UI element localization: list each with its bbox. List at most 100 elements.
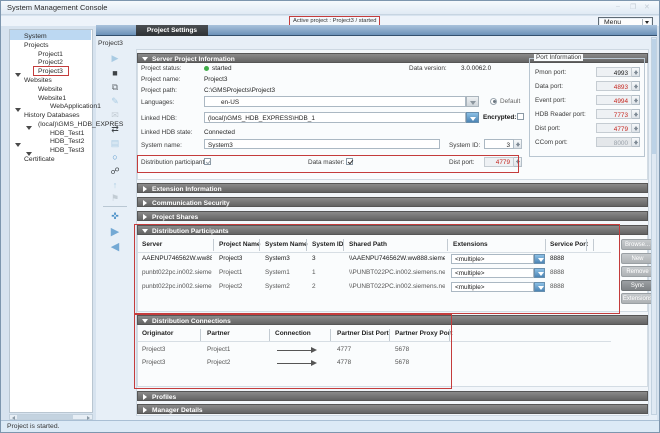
ccom-port-input[interactable]: 8000 xyxy=(596,137,632,147)
pmon-port-spinner[interactable] xyxy=(632,67,640,77)
tree-item-website1[interactable]: Website1 xyxy=(38,95,66,102)
scrollbar-thumb[interactable] xyxy=(652,39,656,154)
section-distribution-connections[interactable]: Distribution Connections xyxy=(137,315,648,325)
col-project-name[interactable]: Project Name xyxy=(219,241,261,248)
col-originator[interactable]: Originator xyxy=(142,330,173,337)
tree-horizontal-scrollbar[interactable] xyxy=(9,414,93,420)
refresh-icon[interactable]: ○ xyxy=(100,152,130,162)
save-icon[interactable]: ▤ xyxy=(100,138,130,148)
section-manager-details[interactable]: Manager Details xyxy=(137,404,648,414)
col-connection[interactable]: Connection xyxy=(275,330,311,337)
section-extension-information[interactable]: Extension Information xyxy=(137,183,648,193)
col-shared-path[interactable]: Shared Path xyxy=(349,241,387,248)
section-distribution-participants[interactable]: Distribution Participants xyxy=(137,225,648,235)
col-system-name[interactable]: System Name xyxy=(265,241,308,248)
distribution-participant-checkbox[interactable] xyxy=(204,158,211,165)
scrollbar-thumb[interactable] xyxy=(17,415,73,419)
col-partner[interactable]: Partner xyxy=(207,330,230,337)
ccom-port-spinner[interactable] xyxy=(632,137,640,147)
tree-expand-icon[interactable] xyxy=(26,126,32,130)
col-partner-dist-port[interactable]: Partner Dist Port xyxy=(337,330,389,337)
tree-item-website[interactable]: Website xyxy=(38,86,62,93)
extensions-button[interactable]: Extensions xyxy=(621,293,654,304)
system-id-input[interactable]: 3 xyxy=(484,139,514,149)
share-icon[interactable]: ☍ xyxy=(100,166,130,176)
extensions-combo[interactable]: <multiple> xyxy=(451,282,534,292)
section-communication-security[interactable]: Communication Security xyxy=(137,197,648,207)
data-master-checkbox[interactable] xyxy=(346,158,353,165)
tree-item-hdb-test3[interactable]: HDB_Test3 xyxy=(50,147,84,154)
edit-project-icon[interactable]: ✎ xyxy=(100,96,130,106)
tree-item-project2[interactable]: Project2 xyxy=(38,59,63,66)
hdb-reader-port-input[interactable]: 7773 xyxy=(596,109,632,119)
dist-port-spinner[interactable] xyxy=(514,157,522,167)
data-port-spinner[interactable] xyxy=(632,81,640,91)
tree-item-system[interactable]: System xyxy=(24,33,47,40)
tab-project-settings[interactable]: Project Settings xyxy=(136,25,208,36)
vertical-scrollbar[interactable] xyxy=(651,37,657,415)
tree-expand-icon[interactable] xyxy=(15,108,21,112)
dist-port-info-spinner[interactable] xyxy=(632,123,640,133)
history-forward-icon[interactable]: ▶ xyxy=(100,227,130,237)
stop-project-icon[interactable]: ■ xyxy=(100,68,130,78)
tree-expand-icon[interactable] xyxy=(15,143,21,147)
tree-item-websites[interactable]: Websites xyxy=(24,77,52,84)
tree-item-webapplication1[interactable]: WebApplication1 xyxy=(50,103,101,110)
extensions-combo[interactable]: <multiple> xyxy=(451,268,534,278)
encrypted-checkbox[interactable] xyxy=(517,113,524,120)
maximize-icon[interactable]: ❐ xyxy=(630,3,636,11)
extensions-dropdown-icon[interactable] xyxy=(534,268,545,278)
extensions-dropdown-icon[interactable] xyxy=(534,254,545,264)
tree-item-history-databases[interactable]: History Databases xyxy=(24,112,80,119)
scroll-right-icon[interactable] xyxy=(87,416,90,420)
event-port-spinner[interactable] xyxy=(632,95,640,105)
tree-expand-icon[interactable] xyxy=(15,73,21,77)
expand-icon xyxy=(143,214,147,220)
minimize-icon[interactable]: – xyxy=(616,3,620,10)
languages-combo[interactable]: en-US xyxy=(204,96,466,107)
tree-item-project1[interactable]: Project1 xyxy=(38,51,63,58)
system-name-input[interactable]: System3 xyxy=(204,139,440,149)
col-system-id[interactable]: System ID xyxy=(312,241,343,248)
compass-icon[interactable]: ✜ xyxy=(100,211,130,221)
start-project-icon[interactable]: ▶ xyxy=(100,53,130,63)
tree-item-certificate[interactable]: Certificate xyxy=(24,156,55,163)
col-service-port[interactable]: Service Port xyxy=(550,241,588,248)
flag-icon[interactable]: ⚑ xyxy=(100,193,130,203)
linked-hdb-combo[interactable]: (local)\GMS_HDB_EXPRESS\HDB_1 xyxy=(204,112,466,123)
col-extensions[interactable]: Extensions xyxy=(453,241,488,248)
compare-icon[interactable]: ⇄ xyxy=(100,124,130,134)
tree-item-hdb-test1[interactable]: HDB_Test1 xyxy=(50,130,84,137)
extensions-dropdown-icon[interactable] xyxy=(534,282,545,292)
scroll-left-icon[interactable] xyxy=(12,416,15,420)
section-profiles[interactable]: Profiles xyxy=(137,391,648,401)
dist-port-info-input[interactable]: 4779 xyxy=(596,123,632,133)
history-back-icon[interactable]: ◀ xyxy=(100,242,130,252)
system-id-spinner[interactable] xyxy=(514,139,522,149)
languages-dropdown-icon[interactable] xyxy=(466,96,479,107)
sync-button[interactable]: Sync xyxy=(621,280,654,291)
tree-item-hdb-test2[interactable]: HDB_Test2 xyxy=(50,138,84,145)
pmon-port-input[interactable]: 4993 xyxy=(596,67,632,77)
new-button[interactable]: New xyxy=(621,253,654,264)
browse-button[interactable]: Browse... xyxy=(621,239,654,250)
linked-hdb-dropdown-icon[interactable] xyxy=(466,112,479,123)
event-port-input[interactable]: 4994 xyxy=(596,95,632,105)
dist-port-input[interactable]: 4779 xyxy=(484,157,514,167)
tree-expand-icon[interactable] xyxy=(26,152,32,156)
tree-item-project3[interactable]: Project3 xyxy=(38,68,63,75)
section-project-shares[interactable]: Project Shares xyxy=(137,211,648,221)
col-server[interactable]: Server xyxy=(142,241,162,248)
tree-item-projects[interactable]: Projects xyxy=(24,42,49,49)
remove-button[interactable]: Remove xyxy=(621,266,654,277)
data-port-input[interactable]: 4893 xyxy=(596,81,632,91)
extensions-combo[interactable]: <multiple> xyxy=(451,254,534,264)
col-partner-proxy-port[interactable]: Partner Proxy Port xyxy=(395,330,452,337)
default-radio[interactable] xyxy=(490,98,497,105)
connection-arrow-icon xyxy=(277,350,311,351)
hdb-reader-port-spinner[interactable] xyxy=(632,109,640,119)
copy-project-icon[interactable]: ⧉ xyxy=(100,82,130,92)
upload-icon[interactable]: ↑ xyxy=(100,180,130,190)
close-icon[interactable]: ✕ xyxy=(644,3,650,11)
message-icon[interactable]: ✉ xyxy=(100,110,130,120)
